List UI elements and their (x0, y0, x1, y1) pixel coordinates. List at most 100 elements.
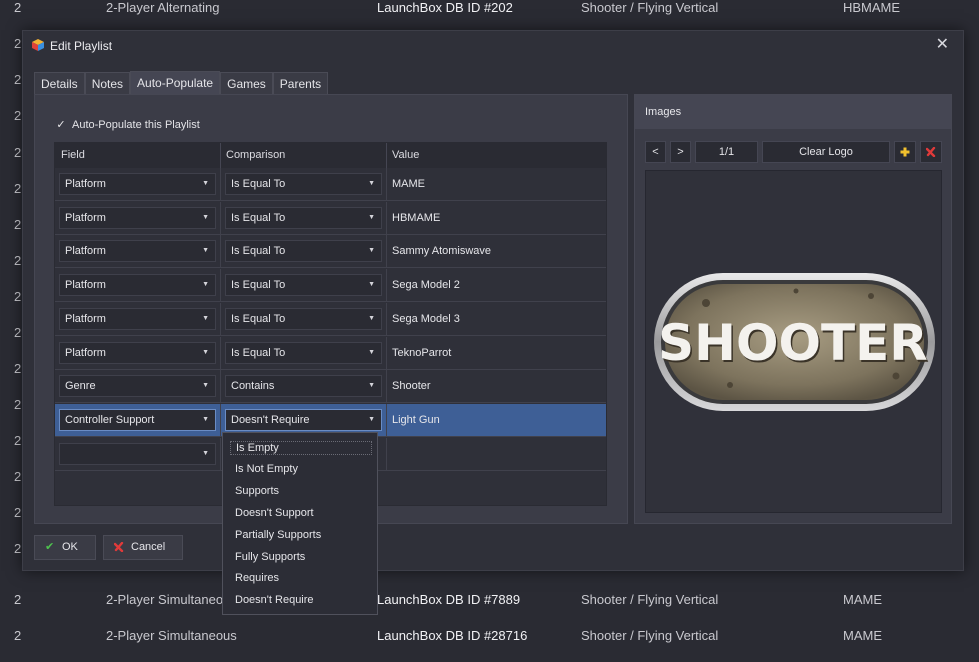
add-image-button[interactable] (894, 141, 916, 163)
field-dropdown[interactable]: Platform ▼ (59, 173, 216, 195)
auto-populate-checkbox-row[interactable]: ✓ Auto-Populate this Playlist (55, 119, 199, 131)
tab-notes[interactable]: Notes (84, 72, 131, 95)
remove-image-button[interactable] (920, 141, 942, 163)
value-cell[interactable]: TeknoParrot (392, 347, 451, 359)
auto-populate-checkbox[interactable]: ✓ (55, 119, 67, 131)
images-title: Images (645, 106, 682, 118)
background-cell-num: 2 (14, 541, 22, 556)
comparison-value: Is Equal To (231, 245, 286, 258)
background-cell-genre: Shooter / Flying Vertical (581, 628, 719, 643)
ok-label: OK (62, 541, 78, 553)
chevron-down-icon: ▼ (368, 348, 375, 356)
comparison-dropdown[interactable]: Is Equal To ▼ (225, 240, 382, 263)
rule-row[interactable]: Platform ▼ Is Equal To ▼ Sammy Atomiswave (55, 235, 606, 269)
background-cell-mode: 2-Player Simultaneous (106, 592, 237, 607)
comparison-dropdown[interactable]: Is Equal To ▼ (225, 341, 382, 364)
rule-row[interactable]: Platform ▼ Is Equal To ▼ HBMAME (55, 201, 606, 235)
dropdown-option[interactable]: Is Not Empty (235, 463, 298, 475)
background-cell-genre: Shooter / Flying Vertical (581, 592, 719, 607)
close-icon[interactable]: ✕ (936, 37, 949, 53)
background-cell-num: 2 (14, 592, 22, 607)
comparison-dropdown-list: Is Empty Is Not Empty Supports Doesn't Supp… (222, 432, 378, 615)
tab-details[interactable]: Details (34, 72, 85, 95)
field-dropdown[interactable]: Platform ▼ (59, 240, 216, 263)
images-panel: Images < > 1/1 Clear Logo SHOOTER SHOOTE… (634, 94, 952, 524)
field-value: Genre (65, 380, 96, 393)
field-dropdown[interactable]: ▼ (59, 442, 216, 465)
rule-row[interactable]: Platform ▼ Is Equal To ▼ Sega Model 3 (55, 302, 606, 336)
dropdown-option[interactable]: Supports (235, 485, 279, 497)
field-dropdown[interactable]: Platform ▼ (59, 274, 216, 297)
image-type-selector[interactable]: Clear Logo (762, 141, 890, 163)
tab-parents[interactable]: Parents (272, 72, 329, 95)
comparison-dropdown[interactable]: Is Equal To ▼ (225, 206, 382, 229)
dialog-title: Edit Playlist (50, 39, 113, 53)
comparison-dropdown[interactable]: Is Equal To ▼ (225, 307, 382, 330)
field-dropdown[interactable]: Platform ▼ (59, 341, 216, 364)
value-cell[interactable]: HBMAME (392, 212, 440, 224)
dropdown-option[interactable]: Fully Supports (235, 551, 305, 563)
comparison-value: Is Equal To (231, 312, 286, 325)
dropdown-option[interactable]: Requires (235, 572, 279, 584)
chevron-down-icon: ▼ (368, 180, 375, 187)
background-cell-num: 2 (14, 628, 22, 643)
cancel-button[interactable]: Cancel (103, 535, 183, 560)
chevron-down-icon: ▼ (202, 449, 209, 457)
comparison-dropdown[interactable]: Is Equal To ▼ (225, 274, 382, 297)
previous-image-button[interactable]: < (645, 141, 666, 163)
background-cell-num: 2 (14, 325, 22, 340)
chevron-down-icon: ▼ (368, 213, 375, 221)
value-cell[interactable]: Sega Model 3 (392, 313, 460, 325)
rule-row[interactable]: Platform ▼ Is Equal To ▼ MAME (55, 168, 606, 201)
comparison-value: Is Equal To (231, 346, 286, 359)
cancel-label: Cancel (131, 541, 166, 553)
field-dropdown[interactable]: Platform ▼ (59, 307, 216, 330)
comparison-value: Doesn't Require (231, 413, 310, 426)
background-cell-num: 2 (14, 72, 22, 87)
background-list-row[interactable]: 2 2-Player Simultaneous LaunchBox DB ID #7… (0, 592, 979, 628)
chevron-down-icon: ▼ (368, 382, 375, 390)
field-value: Platform (65, 312, 106, 325)
value-cell[interactable]: MAME (392, 178, 425, 190)
field-dropdown[interactable]: Platform ▼ (59, 206, 216, 229)
value-cell[interactable]: Sammy Atomiswave (392, 245, 491, 257)
dropdown-option[interactable]: Doesn't Require (235, 594, 314, 606)
background-cell-num: 2 (14, 361, 22, 376)
comparison-dropdown[interactable]: Is Equal To ▼ (225, 173, 382, 195)
images-header: Images (635, 95, 951, 129)
field-dropdown[interactable]: Genre ▼ (59, 375, 216, 398)
ok-button[interactable]: ✔ OK (34, 535, 96, 560)
rule-row[interactable]: Platform ▼ Is Equal To ▼ TeknoParrot (55, 336, 606, 370)
chevron-down-icon: ▼ (368, 415, 375, 423)
background-cell-platform: HBMAME (843, 0, 901, 15)
background-cell-num: 2 (14, 181, 22, 196)
tab-auto-populate[interactable]: Auto-Populate (130, 71, 221, 95)
rule-row[interactable]: Genre ▼ Contains ▼ Shooter (55, 370, 606, 404)
chevron-down-icon: ▼ (202, 382, 209, 390)
value-cell[interactable]: Shooter (392, 380, 431, 392)
tab-games[interactable]: Games (220, 72, 273, 95)
image-preview: SHOOTER SHOOTER (645, 170, 942, 513)
comparison-dropdown[interactable]: Doesn't Require ▼ (225, 408, 382, 431)
rule-row[interactable]: Platform ▼ Is Equal To ▼ Sega Model 2 (55, 269, 606, 303)
background-cell-mode: 2-Player Simultaneous (106, 628, 237, 643)
column-header-value[interactable]: Value (392, 149, 419, 161)
field-value: Platform (65, 245, 106, 258)
column-header-comparison[interactable]: Comparison (226, 149, 285, 161)
background-cell-id: LaunchBox DB ID #28716 (377, 628, 528, 643)
value-cell[interactable]: Light Gun (392, 414, 440, 426)
chevron-down-icon: ▼ (368, 314, 375, 322)
dropdown-option[interactable]: Doesn't Support (235, 507, 314, 519)
background-cell-num: 2 (14, 505, 22, 520)
field-value: Platform (65, 211, 106, 224)
field-dropdown[interactable]: Controller Support ▼ (59, 408, 216, 431)
dropdown-option[interactable]: Is Empty (230, 441, 372, 455)
background-list-row[interactable]: 2 2-Player Simultaneous LaunchBox DB ID #2… (0, 628, 979, 662)
value-cell[interactable]: Sega Model 2 (392, 279, 460, 291)
checkmark-icon: ✔ (45, 541, 55, 553)
next-image-button[interactable]: > (670, 141, 691, 163)
background-cell-genre: Shooter / Flying Vertical (581, 0, 719, 15)
column-header-field[interactable]: Field (61, 149, 85, 161)
comparison-dropdown[interactable]: Contains ▼ (225, 375, 382, 398)
dropdown-option[interactable]: Partially Supports (235, 529, 321, 541)
